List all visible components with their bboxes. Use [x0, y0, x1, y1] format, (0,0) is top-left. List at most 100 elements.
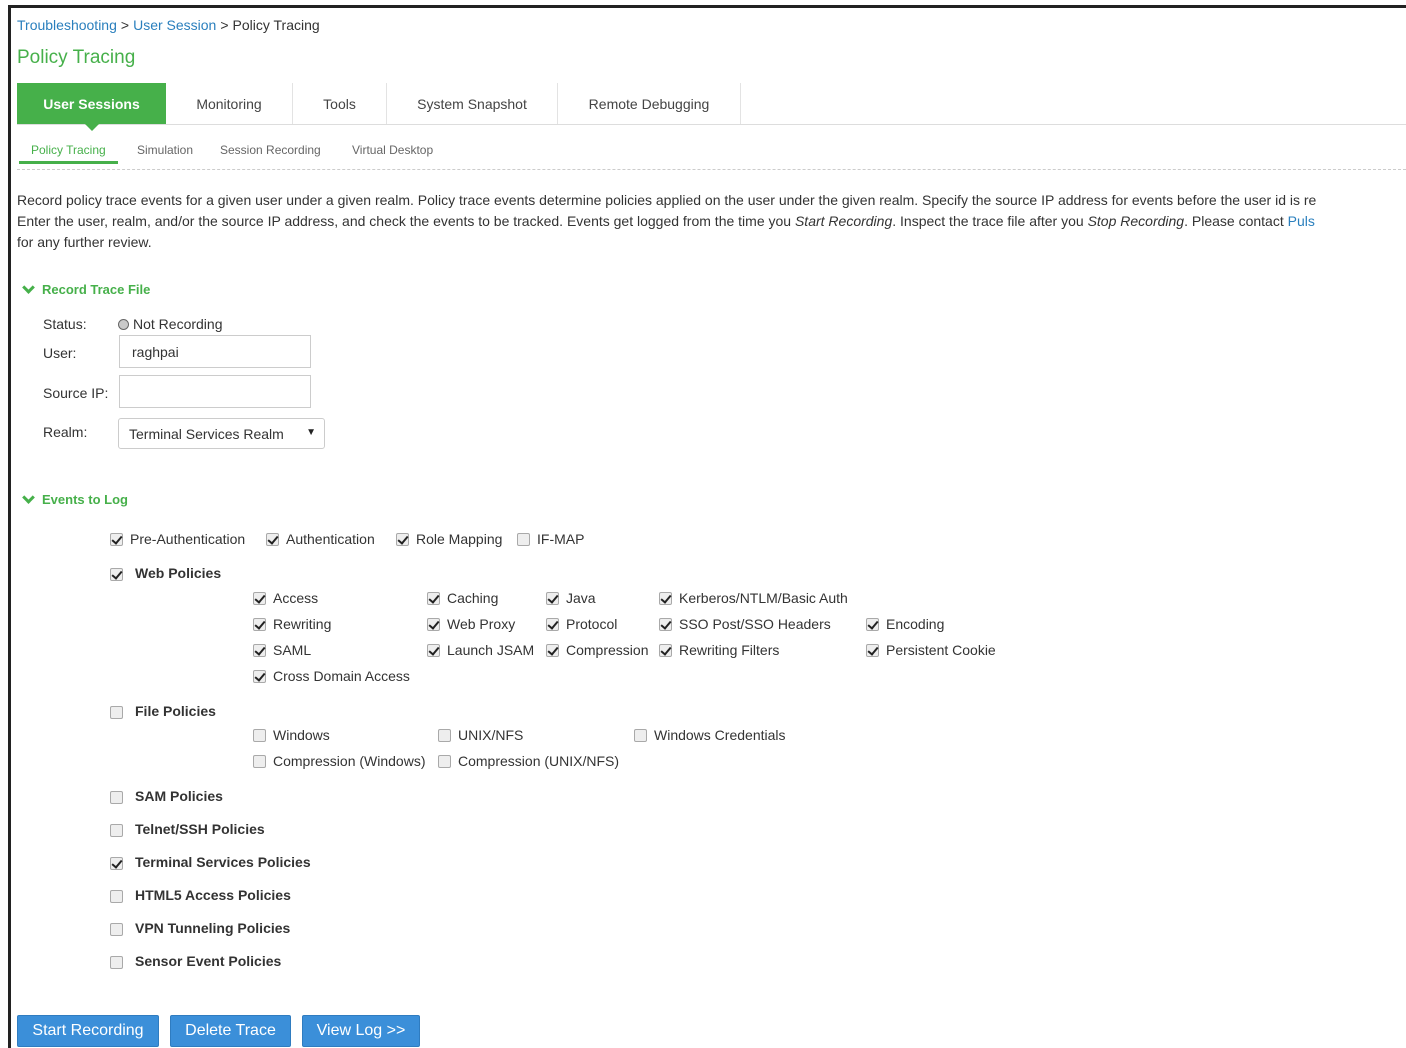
checkbox-box[interactable] — [634, 728, 647, 742]
checkbox-box[interactable] — [546, 591, 559, 605]
checkbox-role-mapping[interactable]: Role Mapping — [396, 531, 502, 547]
checkbox-box[interactable] — [253, 669, 266, 683]
checkbox-html5-access-policies[interactable]: HTML5 Access Policies — [110, 886, 291, 903]
checkbox-windows[interactable]: Windows — [253, 727, 330, 743]
description-text: Record policy trace events for a given u… — [17, 190, 1406, 253]
tab-system-snapshot[interactable]: System Snapshot — [387, 83, 558, 124]
checkbox-box[interactable] — [427, 617, 440, 631]
checkbox-box[interactable] — [438, 728, 451, 742]
checkbox-file-policies[interactable]: File Policies — [110, 702, 216, 719]
section-title: Record Trace File — [42, 282, 151, 297]
checkbox-web-policies[interactable]: Web Policies — [110, 564, 221, 581]
description-line: Enter the user, realm, and/or the source… — [17, 213, 1315, 229]
subtab-simulation[interactable]: Simulation — [137, 143, 193, 157]
checkbox-box[interactable] — [110, 923, 123, 936]
subtab-policy-tracing[interactable]: Policy Tracing — [19, 143, 118, 164]
checkbox-box[interactable] — [438, 754, 451, 768]
checkbox-access[interactable]: Access — [253, 590, 318, 606]
checkbox-authentication[interactable]: Authentication — [266, 531, 375, 547]
checkbox-persistent-cookie[interactable]: Persistent Cookie — [866, 642, 996, 658]
chevron-down-icon — [22, 490, 35, 504]
user-input[interactable] — [119, 335, 311, 368]
checkbox-box[interactable] — [110, 956, 123, 969]
status-dot-icon — [118, 319, 129, 330]
checkbox-web-proxy[interactable]: Web Proxy — [427, 616, 515, 632]
checkbox-vpn-tunneling-policies[interactable]: VPN Tunneling Policies — [110, 919, 290, 936]
checkbox-sso-post-sso-headers[interactable]: SSO Post/SSO Headers — [659, 616, 831, 632]
checkbox-sensor-event-policies[interactable]: Sensor Event Policies — [110, 952, 281, 969]
description-line: Record policy trace events for a given u… — [17, 192, 1317, 208]
subtab-virtual-desktop[interactable]: Virtual Desktop — [352, 143, 433, 157]
checkbox-launch-jsam[interactable]: Launch JSAM — [427, 642, 534, 658]
subtab-session-recording[interactable]: Session Recording — [220, 143, 321, 157]
checkbox-box[interactable] — [253, 728, 266, 742]
tab-remote-debugging[interactable]: Remote Debugging — [558, 83, 741, 124]
chevron-down-icon — [22, 280, 35, 294]
checkbox-encoding[interactable]: Encoding — [866, 616, 944, 632]
checkbox-unix-nfs[interactable]: UNIX/NFS — [438, 727, 523, 743]
events-to-log-header[interactable]: Events to Log — [22, 490, 128, 507]
checkbox-box[interactable] — [110, 791, 123, 804]
checkbox-box[interactable] — [110, 706, 123, 719]
checkbox-box[interactable] — [546, 643, 559, 657]
checkbox-box[interactable] — [253, 643, 266, 657]
page-title: Policy Tracing — [17, 47, 136, 68]
checkbox-sam-policies[interactable]: SAM Policies — [110, 787, 223, 804]
description-line: for any further review. — [17, 234, 152, 250]
checkbox-box[interactable] — [659, 591, 672, 605]
checkbox-box[interactable] — [110, 890, 123, 903]
tab-user-sessions[interactable]: User Sessions — [17, 83, 166, 131]
breadcrumb-user-session-link[interactable]: User Session — [133, 17, 216, 33]
checkbox-windows-credentials[interactable]: Windows Credentials — [634, 727, 786, 743]
sub-tab-bar: Policy Tracing Simulation Session Record… — [17, 142, 1406, 170]
support-link[interactable]: Puls — [1288, 213, 1315, 229]
checkbox-box[interactable] — [396, 532, 409, 546]
checkbox-box[interactable] — [659, 643, 672, 657]
checkbox-box[interactable] — [253, 754, 266, 768]
checkbox-box[interactable] — [866, 617, 879, 631]
checkbox-box[interactable] — [253, 617, 266, 631]
tab-tools[interactable]: Tools — [293, 83, 387, 124]
checkbox-telnet-ssh-policies[interactable]: Telnet/SSH Policies — [110, 820, 265, 837]
checkbox-caching[interactable]: Caching — [427, 590, 498, 606]
checkbox-rewriting-filters[interactable]: Rewriting Filters — [659, 642, 779, 658]
checkbox-box[interactable] — [659, 617, 672, 631]
checkbox-cross-domain-access[interactable]: Cross Domain Access — [253, 668, 410, 684]
checkbox-compression-unix-nfs[interactable]: Compression (UNIX/NFS) — [438, 753, 619, 769]
main-tab-bar: User Sessions Monitoring Tools System Sn… — [17, 83, 1406, 131]
checkbox-box[interactable] — [866, 643, 879, 657]
checkbox-compression-windows[interactable]: Compression (Windows) — [253, 753, 425, 769]
checkbox-box[interactable] — [110, 857, 123, 870]
checkbox-pre-authentication[interactable]: Pre-Authentication — [110, 531, 245, 547]
breadcrumb-troubleshooting-link[interactable]: Troubleshooting — [17, 17, 117, 33]
checkbox-box[interactable] — [427, 643, 440, 657]
checkbox-protocol[interactable]: Protocol — [546, 616, 617, 632]
realm-select[interactable]: Terminal Services Realm ▼ — [118, 418, 325, 449]
breadcrumb: Troubleshooting > User Session > Policy Trac… — [17, 17, 320, 33]
checkbox-box[interactable] — [546, 617, 559, 631]
checkbox-box[interactable] — [110, 532, 123, 546]
source-ip-input[interactable] — [119, 375, 311, 408]
checkbox-box[interactable] — [110, 568, 123, 581]
breadcrumb-current: Policy Tracing — [232, 17, 320, 33]
realm-label: Realm: — [43, 424, 88, 440]
source-ip-label: Source IP: — [43, 385, 109, 401]
tab-monitoring[interactable]: Monitoring — [166, 83, 293, 124]
checkbox-saml[interactable]: SAML — [253, 642, 311, 658]
checkbox-box[interactable] — [266, 532, 279, 546]
checkbox-rewriting[interactable]: Rewriting — [253, 616, 331, 632]
delete-trace-button[interactable]: Delete Trace — [170, 1015, 291, 1047]
view-log-button[interactable]: View Log >> — [302, 1015, 420, 1047]
checkbox-box[interactable] — [427, 591, 440, 605]
checkbox-java[interactable]: Java — [546, 590, 596, 606]
checkbox-compression[interactable]: Compression — [546, 642, 648, 658]
checkbox-box[interactable] — [110, 824, 123, 837]
checkbox-if-map[interactable]: IF-MAP — [517, 531, 584, 547]
checkbox-box[interactable] — [517, 532, 530, 546]
checkbox-kerberos-ntlm-basic-auth[interactable]: Kerberos/NTLM/Basic Auth — [659, 590, 848, 606]
breadcrumb-separator: > — [220, 17, 229, 33]
checkbox-terminal-services-policies[interactable]: Terminal Services Policies — [110, 853, 311, 870]
start-recording-button[interactable]: Start Recording — [17, 1015, 159, 1047]
record-trace-file-header[interactable]: Record Trace File — [22, 280, 151, 297]
checkbox-box[interactable] — [253, 591, 266, 605]
